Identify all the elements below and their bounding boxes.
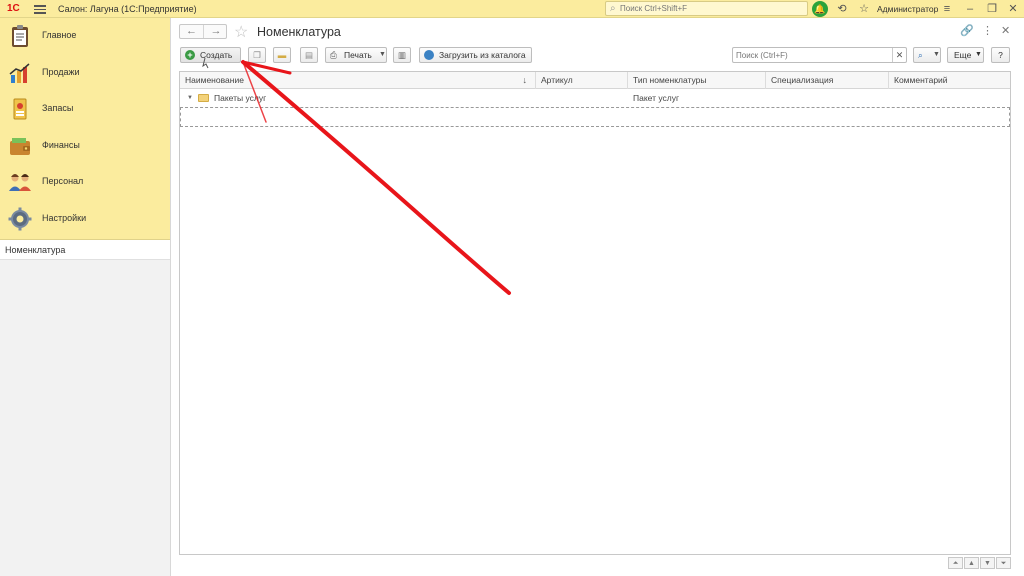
sidebar-item-sales[interactable]: Продажи: [0, 55, 170, 92]
search-icon: ⌕: [610, 3, 616, 14]
list-search-input[interactable]: [736, 49, 891, 61]
scroll-up-icon[interactable]: ▲: [964, 557, 979, 569]
print-button[interactable]: ⎙ Печать ▼: [325, 47, 387, 63]
barcode-icon: ▥: [397, 50, 407, 60]
nav-arrows: ← →: [179, 24, 227, 39]
close-icon[interactable]: ✕: [1005, 1, 1021, 17]
inventory-icon: [13, 98, 27, 120]
sidebar-item-inventory[interactable]: Запасы: [0, 91, 170, 128]
document-icon: ▤: [304, 50, 314, 60]
load-catalog-button[interactable]: Загрузить из каталога: [419, 47, 532, 63]
open-window-label: Номенклатура: [5, 245, 66, 255]
gear-icon: [8, 207, 32, 230]
column-header-label: Наименование: [185, 75, 244, 85]
sidebar-item-finance[interactable]: Финансы: [0, 128, 170, 165]
help-button-label: ?: [998, 50, 1003, 60]
menu-icon[interactable]: [34, 3, 46, 15]
sections-panel: Главное Продажи Запасы Финансы Персонал …: [0, 18, 170, 240]
global-search[interactable]: ⌕: [605, 1, 808, 16]
page-title: Номенклатура: [257, 25, 341, 39]
clipboard-icon: [12, 25, 28, 47]
global-search-input[interactable]: [620, 3, 805, 14]
chevron-down-icon: ▼: [975, 51, 982, 58]
table-header: Наименование ↓ Артикул Тип номенклатуры …: [180, 72, 1010, 89]
main-form: ← → ☆ Номенклатура 🔗 ⋮ ✕ + Создать ❐ ▬ ▤…: [171, 18, 1024, 576]
chevron-down-icon: ▼: [379, 51, 386, 58]
sidebar-item-staff[interactable]: Персонал: [0, 164, 170, 201]
nomenclature-table[interactable]: Наименование ↓ Артикул Тип номенклатуры …: [179, 71, 1011, 555]
list-search[interactable]: ✕: [732, 47, 907, 63]
restore-icon[interactable]: ❐: [984, 1, 1000, 17]
wallet-icon: [10, 137, 30, 155]
plus-icon: +: [185, 50, 195, 60]
table-row[interactable]: ▼ Пакеты услуг Пакет услуг: [180, 89, 1010, 107]
1c-logo: 1С: [7, 3, 20, 14]
column-header-label: Комментарий: [894, 75, 948, 85]
search-icon: ⌕: [918, 50, 923, 60]
favorite-star-icon[interactable]: ☆: [234, 22, 248, 42]
cell-name: Пакеты услуг: [214, 93, 267, 103]
sidebar: Главное Продажи Запасы Финансы Персонал …: [0, 18, 171, 576]
folder-icon: [198, 94, 209, 102]
copy-icon: ❐: [253, 50, 261, 60]
column-header-article[interactable]: Артикул: [536, 72, 628, 89]
column-header-label: Специализация: [771, 75, 834, 85]
column-header-label: Артикул: [541, 75, 573, 85]
new-folder-icon: ▬: [277, 50, 287, 60]
scroll-bottom-icon[interactable]: ⏷: [996, 557, 1011, 569]
sales-chart-icon: [9, 62, 30, 83]
scroll-top-icon[interactable]: ⏶: [948, 557, 963, 569]
column-header-specialization[interactable]: Специализация: [766, 72, 889, 89]
create-copy-button[interactable]: ❐: [248, 47, 266, 63]
cell-type: Пакет услуг: [633, 93, 680, 103]
find-button[interactable]: ⌕ ▼: [913, 47, 941, 63]
more-actions-icon[interactable]: ⋮: [982, 24, 993, 37]
column-header-label: Тип номенклатуры: [633, 75, 707, 85]
globe-icon: [424, 50, 434, 60]
expand-triangle-icon[interactable]: ▼: [187, 89, 193, 107]
settings-lines-icon[interactable]: ≡: [939, 1, 955, 17]
minimize-icon[interactable]: –: [962, 1, 978, 17]
clear-search-icon[interactable]: ✕: [892, 48, 906, 62]
forward-arrow-icon[interactable]: →: [204, 25, 228, 38]
top-bar: 1С Салон: Лагуна (1С:Предприятие) ⌕ 🔔 ⟲ …: [0, 0, 1024, 18]
more-button-label: Еще: [954, 50, 972, 60]
more-button[interactable]: Еще ▼: [947, 47, 984, 63]
sidebar-item-label: Персонал: [42, 176, 84, 186]
sidebar-item-label: Запасы: [42, 103, 74, 113]
back-arrow-icon[interactable]: ←: [180, 25, 204, 38]
sidebar-item-label: Главное: [42, 30, 77, 40]
mark-delete-button[interactable]: ▤: [300, 47, 318, 63]
link-icon[interactable]: 🔗: [960, 24, 974, 37]
sidebar-item-settings[interactable]: Настройки: [0, 201, 170, 238]
user-name[interactable]: Администратор: [877, 4, 938, 14]
column-header-name[interactable]: Наименование ↓: [180, 72, 536, 89]
sidebar-item-main[interactable]: Главное: [0, 18, 170, 55]
barcode-button[interactable]: ▥: [393, 47, 411, 63]
create-folder-button[interactable]: ▬: [273, 47, 291, 63]
app-title: Салон: Лагуна (1С:Предприятие): [58, 4, 197, 14]
printer-icon: ⎙: [330, 50, 337, 60]
history-icon[interactable]: ⟲: [834, 1, 850, 17]
empty-selected-row[interactable]: [180, 107, 1010, 127]
print-button-label: Печать: [344, 50, 372, 60]
create-button-label: Создать: [200, 50, 233, 60]
close-form-icon[interactable]: ✕: [1001, 24, 1010, 37]
chevron-down-icon: ▼: [933, 51, 940, 58]
scroll-down-icon[interactable]: ▼: [980, 557, 995, 569]
sort-arrow-icon: ↓: [522, 75, 528, 85]
sidebar-item-label: Продажи: [42, 66, 80, 77]
load-catalog-label: Загрузить из каталога: [439, 50, 526, 60]
help-button[interactable]: ?: [991, 47, 1010, 63]
column-header-comment[interactable]: Комментарий: [889, 72, 1010, 89]
open-window-tab[interactable]: Номенклатура: [0, 240, 170, 260]
people-icon: [9, 174, 31, 191]
sidebar-item-label: Финансы: [42, 139, 80, 150]
scroll-buttons: ⏶ ▲ ▼ ⏷: [948, 557, 1012, 570]
favorites-icon[interactable]: ☆: [856, 1, 872, 17]
notifications-icon[interactable]: 🔔: [812, 1, 828, 17]
create-button[interactable]: + Создать: [180, 47, 241, 63]
column-header-type[interactable]: Тип номенклатуры: [628, 72, 766, 89]
sidebar-item-label: Настройки: [42, 212, 87, 223]
